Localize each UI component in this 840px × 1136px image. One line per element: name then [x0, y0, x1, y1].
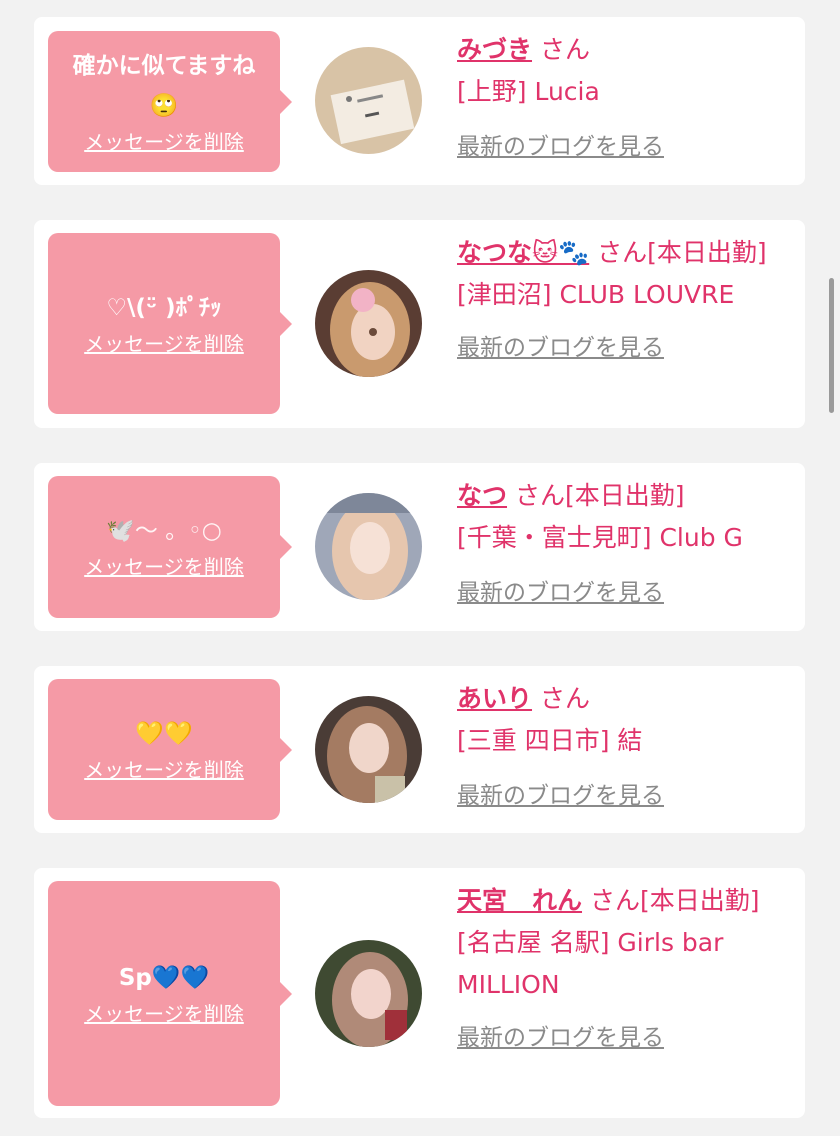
message-text: 確かに似てますね 🙄 — [72, 52, 256, 119]
latest-blog-link[interactable]: 最新のブログを見る — [457, 783, 664, 809]
attendance-status: [本日出勤] — [647, 238, 767, 267]
message-text: ♡\(ᵕ̈ )ﾎﾟﾁｯ — [106, 294, 222, 321]
delete-message-link[interactable]: メッセージを削除 — [84, 328, 244, 360]
shop-name: [名古屋 名駅] Girls bar MILLION — [457, 928, 724, 999]
attendance-status: [本日出勤] — [564, 481, 685, 510]
cast-name-link[interactable]: みづき — [457, 35, 532, 64]
message-bubble: 確かに似てますね 🙄 メッセージを削除 — [48, 31, 280, 172]
latest-blog-link[interactable]: 最新のブログを見る — [457, 1025, 664, 1051]
message-bubble: 💛💛 メッセージを削除 — [48, 679, 280, 820]
cast-info: あいり さん [三重 四日市] 結 最新のブログを見る — [457, 678, 787, 817]
delete-message-link[interactable]: メッセージを削除 — [84, 754, 244, 786]
avatar[interactable] — [315, 696, 422, 803]
message-card: Sp💙💙 メッセージを削除 天宮 れん さん[本日出勤] [名古屋 名駅] Gi… — [34, 868, 805, 1118]
cast-name-link[interactable]: 天宮 れん — [457, 886, 582, 915]
cast-info: みづき さん [上野] Lucia 最新のブログを見る — [457, 29, 787, 168]
avatar[interactable] — [315, 940, 422, 1047]
cast-name-link[interactable]: なつ — [457, 481, 507, 510]
cast-info: なつ さん[本日出勤] [千葉・富士見町] Club G 最新のブログを見る — [457, 475, 787, 614]
latest-blog-link[interactable]: 最新のブログを見る — [457, 134, 664, 160]
cast-info: 天宮 れん さん[本日出勤] [名古屋 名駅] Girls bar MILLIO… — [457, 880, 787, 1059]
honorific: さん — [589, 886, 640, 915]
delete-message-link[interactable]: メッセージを削除 — [84, 551, 244, 583]
cast-name-link[interactable]: なつな🐱🐾 — [457, 238, 589, 267]
latest-blog-link[interactable]: 最新のブログを見る — [457, 580, 664, 606]
message-bubble: Sp💙💙 メッセージを削除 — [48, 881, 280, 1106]
message-text: 🕊️〜 。◦○ — [106, 518, 222, 544]
scrollbar[interactable] — [829, 278, 834, 413]
cast-name-link[interactable]: あいり — [457, 684, 532, 713]
delete-message-link[interactable]: メッセージを削除 — [84, 998, 244, 1030]
delete-message-link[interactable]: メッセージを削除 — [84, 126, 244, 158]
latest-blog-link[interactable]: 最新のブログを見る — [457, 335, 664, 361]
shop-name: [津田沼] CLUB LOUVRE — [457, 280, 735, 309]
shop-name: [三重 四日市] 結 — [457, 726, 643, 755]
honorific: さん — [539, 35, 590, 64]
message-card: 🕊️〜 。◦○ メッセージを削除 なつ さん[本日出勤] [千葉・富士見町] C… — [34, 463, 805, 631]
avatar[interactable] — [315, 493, 422, 600]
shop-name: [千葉・富士見町] Club G — [457, 523, 743, 552]
message-card: 💛💛 メッセージを削除 あいり さん [三重 四日市] 結 最新のブログを見る — [34, 666, 805, 833]
shop-name: [上野] Lucia — [457, 77, 600, 106]
avatar[interactable] — [315, 270, 422, 377]
message-bubble: ♡\(ᵕ̈ )ﾎﾟﾁｯ メッセージを削除 — [48, 233, 280, 414]
message-card: 確かに似てますね 🙄 メッセージを削除 みづき さん [上野] Lucia 最新… — [34, 17, 805, 185]
message-bubble: 🕊️〜 。◦○ メッセージを削除 — [48, 476, 280, 618]
message-card: ♡\(ᵕ̈ )ﾎﾟﾁｯ メッセージを削除 なつな🐱🐾 さん[本日出勤] [津田沼… — [34, 220, 805, 428]
honorific: さん — [597, 238, 648, 267]
message-text: Sp💙💙 — [118, 964, 210, 991]
attendance-status: [本日出勤] — [639, 886, 760, 915]
avatar[interactable] — [315, 47, 422, 154]
cast-info: なつな🐱🐾 さん[本日出勤] [津田沼] CLUB LOUVRE 最新のブログを… — [457, 232, 787, 369]
honorific: さん — [539, 684, 590, 713]
message-text: 💛💛 — [135, 720, 193, 747]
honorific: さん — [514, 481, 565, 510]
